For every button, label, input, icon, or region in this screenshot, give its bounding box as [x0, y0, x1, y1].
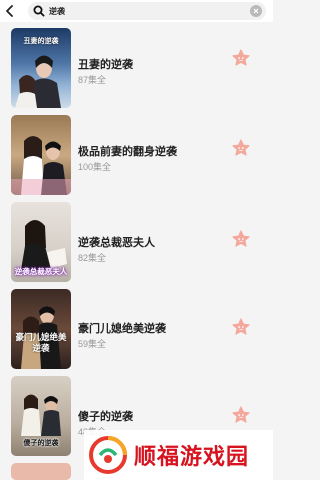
favorite-star-icon[interactable] [231, 138, 251, 158]
drama-poster[interactable]: 丑妻的逆袭 [11, 28, 71, 108]
drama-poster[interactable] [11, 463, 71, 480]
favorite-star-icon[interactable] [231, 405, 251, 425]
drama-poster[interactable]: 逆袭总裁恶夫人 [11, 202, 71, 282]
episode-count: 87集全 [78, 75, 107, 85]
back-button[interactable] [0, 0, 20, 22]
poster-caption: 逆袭总裁恶夫人 [14, 267, 68, 276]
search-header: 逆袭 [0, 0, 273, 22]
list-item[interactable]: 丑妻的逆袭 丑妻的逆袭 87集全 [0, 22, 273, 109]
list-item[interactable]: 极品前妻的翻身逆袭 100集全 [0, 109, 273, 196]
search-query: 逆袭 [49, 6, 65, 16]
list-item[interactable]: 豪门儿媳绝美逆袭 豪门儿媳绝美逆袭 59集全 [0, 283, 273, 370]
watermark-logo-icon [89, 436, 127, 474]
drama-title: 逆袭总裁恶夫人 [78, 237, 155, 249]
drama-title: 傻子的逆袭 [78, 411, 133, 423]
favorite-star-icon[interactable] [231, 317, 251, 337]
search-icon [30, 2, 48, 20]
poster-caption: 傻子的逆袭 [23, 438, 59, 447]
episode-count: 100集全 [78, 162, 112, 172]
episode-count: 59集全 [78, 339, 107, 349]
list-item[interactable]: 逆袭总裁恶夫人 逆袭总裁恶夫人 82集全 [0, 196, 273, 283]
drama-poster[interactable]: 傻子的逆袭 [11, 376, 71, 456]
drama-poster[interactable]: 豪门儿媳绝美逆袭 [11, 289, 71, 369]
poster-caption: 丑妻的逆袭 [23, 36, 59, 45]
search-input[interactable]: 逆袭 [28, 2, 266, 20]
favorite-star-icon[interactable] [231, 48, 251, 68]
poster-caption: 豪门儿媳绝美逆袭 [15, 333, 67, 354]
watermark-text: 顺福游戏园 [134, 445, 250, 470]
drama-title: 丑妻的逆袭 [78, 59, 133, 71]
watermark: 顺福游戏园 [84, 430, 273, 480]
drama-poster[interactable] [11, 115, 71, 195]
favorite-star-icon[interactable] [231, 229, 251, 249]
drama-title: 极品前妻的翻身逆袭 [78, 146, 177, 158]
clear-search-button[interactable] [250, 5, 262, 17]
close-icon [253, 8, 259, 14]
episode-count: 82集全 [78, 253, 107, 263]
back-arrow-icon [6, 5, 13, 17]
drama-title: 豪门儿媳绝美逆袭 [78, 323, 166, 335]
